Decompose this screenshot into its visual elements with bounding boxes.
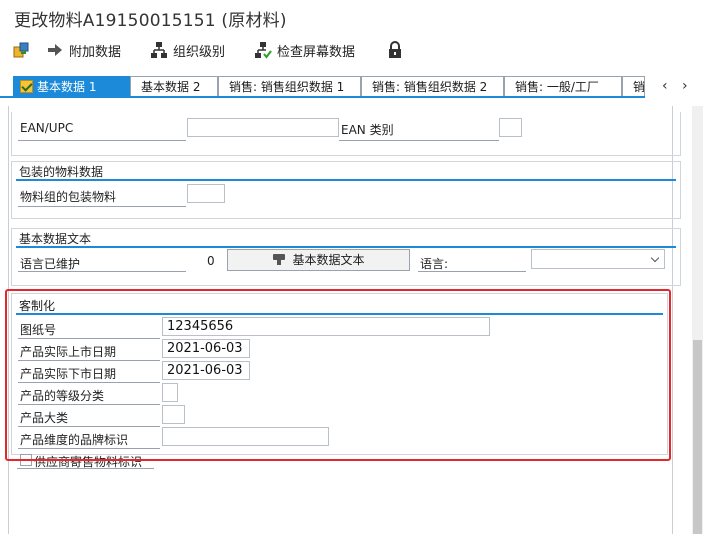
language-label: 语言:: [420, 257, 449, 271]
language-dropdown[interactable]: [531, 249, 665, 269]
drawing-no-underline: [18, 338, 160, 339]
tab-underline: [0, 96, 645, 98]
lock-icon: [386, 41, 404, 59]
ean-label: EAN/UPC: [20, 121, 74, 135]
title-bar: 更改物料A19150015151 (原材料): [0, 0, 703, 34]
consignment-checkbox[interactable]: [20, 454, 32, 466]
custom-title: 客制化: [19, 299, 56, 313]
window-title: 更改物料A19150015151 (原材料): [14, 11, 287, 31]
category-underline: [18, 426, 160, 427]
basic-text-title-line: [16, 246, 676, 248]
org-levels-button[interactable]: 组织级别: [150, 40, 225, 60]
brand-underline: [18, 448, 160, 449]
other-material-button[interactable]: [12, 40, 30, 60]
basic-text-title: 基本数据文本: [19, 232, 92, 246]
category-input[interactable]: [162, 405, 185, 424]
language-underline: [418, 271, 526, 272]
vertical-scrollbar[interactable]: [692, 106, 703, 534]
ean-group: EAN/UPC EAN 类别: [11, 112, 681, 156]
ean-category-underline: [339, 140, 499, 141]
tab-prev-icon[interactable]: ‹: [662, 78, 668, 94]
tab-sales-more[interactable]: 销: [622, 76, 645, 98]
launch-date-input[interactable]: 2021-06-03: [162, 339, 250, 358]
launch-date-underline: [18, 360, 160, 361]
delist-date-underline: [18, 382, 160, 383]
tab-sales-general-plant[interactable]: 销售: 一般/工厂: [504, 76, 622, 98]
tab-sales-org-1[interactable]: 销售: 销售组织数据 1: [218, 76, 361, 98]
ean-category-input[interactable]: [499, 118, 522, 137]
chevron-down-icon: [650, 253, 660, 263]
basic-text-group: 基本数据文本 语言已维护 0 基本数据文本 语言:: [11, 228, 681, 286]
org-hierarchy-icon: [150, 41, 168, 59]
additional-data-label: 附加数据: [69, 44, 122, 60]
tab-next-icon[interactable]: ›: [682, 78, 688, 94]
packaging-title-line: [16, 179, 676, 181]
check-screen-data-button[interactable]: 检查屏幕数据: [254, 40, 355, 60]
ean-input[interactable]: [187, 118, 339, 137]
custom-group: 客制化 图纸号 12345656 产品实际上市日期 2021-06-03 产品实…: [11, 293, 668, 455]
tab-basic-data-1[interactable]: 基本数据 1: [13, 76, 130, 98]
grade-label: 产品的等级分类: [20, 389, 105, 403]
grade-underline: [18, 404, 160, 405]
grade-input[interactable]: [162, 383, 178, 402]
custom-title-line: [16, 313, 663, 315]
text-pin-icon: [272, 252, 286, 272]
drawing-no-input[interactable]: 12345656: [162, 317, 490, 336]
ean-label-underline: [18, 140, 186, 141]
brand-label: 产品维度的品牌标识: [20, 433, 129, 447]
launch-date-label: 产品实际上市日期: [20, 345, 117, 359]
lang-maintained-underline: [18, 271, 186, 272]
drawing-no-label: 图纸号: [20, 323, 57, 337]
packaging-group-input[interactable]: [187, 184, 225, 203]
brand-input[interactable]: [162, 427, 329, 446]
check-screen-data-label: 检查屏幕数据: [277, 44, 356, 60]
consignment-underline: [17, 468, 154, 469]
tab-sales-org-2[interactable]: 销售: 销售组织数据 2: [361, 76, 504, 98]
delist-date-input[interactable]: 2021-06-03: [162, 361, 250, 380]
delist-date-label: 产品实际下市日期: [20, 367, 117, 381]
scrollbar-thumb[interactable]: [693, 340, 702, 534]
toolbar: 附加数据 组织级别 检查屏幕数据: [0, 34, 703, 66]
lang-maintained-count: 0: [207, 254, 215, 268]
category-label: 产品大类: [20, 411, 69, 425]
check-icon: [20, 80, 33, 93]
check-hierarchy-icon: [254, 41, 272, 59]
additional-data-button[interactable]: 附加数据: [46, 40, 121, 60]
org-levels-label: 组织级别: [173, 44, 226, 60]
packaging-group-label: 物料组的包装物料: [20, 190, 117, 204]
tabstrip: 基本数据 1 基本数据 2 销售: 销售组织数据 1 销售: 销售组织数据 2 …: [0, 72, 703, 98]
basic-data-text-button[interactable]: 基本数据文本: [227, 249, 410, 271]
packaging-title: 包装的物料数据: [19, 165, 104, 179]
lock-button[interactable]: [386, 40, 404, 60]
tab-basic-data-2[interactable]: 基本数据 2: [130, 76, 218, 98]
packaging-group-underline: [18, 206, 186, 207]
lang-maintained-label: 语言已维护: [20, 257, 81, 271]
material-cube-icon: [12, 41, 30, 59]
arrow-right-icon: [46, 41, 64, 59]
packaging-group: 包装的物料数据 物料组的包装物料: [11, 161, 681, 219]
ean-category-label: EAN 类别: [341, 123, 394, 137]
